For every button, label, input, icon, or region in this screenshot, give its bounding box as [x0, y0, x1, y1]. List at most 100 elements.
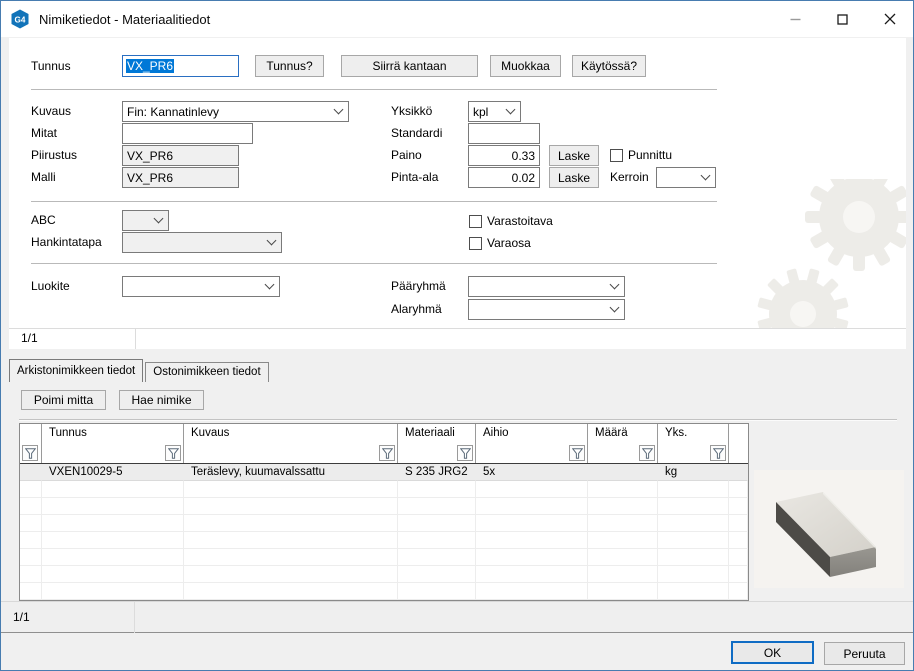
titlebar[interactable]: G4 Nimiketiedot - Materiaalitiedot	[1, 1, 913, 37]
table-cell[interactable]	[184, 549, 398, 566]
table-cell[interactable]	[398, 583, 476, 600]
table-row[interactable]	[20, 498, 748, 515]
table-cell[interactable]	[476, 481, 588, 498]
muokkaa-button[interactable]: Muokkaa	[490, 55, 561, 77]
table-cell[interactable]	[20, 583, 42, 600]
table-cell[interactable]	[42, 498, 184, 515]
table-cell[interactable]	[20, 549, 42, 566]
table-cell[interactable]	[588, 549, 658, 566]
kaytossa-query-button[interactable]: Käytössä?	[572, 55, 646, 77]
table-cell[interactable]	[588, 515, 658, 532]
table-cell[interactable]: 5x	[476, 464, 588, 481]
table-cell[interactable]	[729, 549, 748, 566]
hankintatapa-combobox[interactable]	[122, 232, 282, 253]
table-cell[interactable]	[729, 515, 748, 532]
tab-arkistonimikkeen-tiedot[interactable]: Arkistonimikkeen tiedot	[9, 359, 143, 382]
table-row[interactable]	[20, 481, 748, 498]
table-cell[interactable]	[42, 583, 184, 600]
table-cell[interactable]	[20, 498, 42, 515]
table-cell[interactable]	[20, 464, 42, 481]
table-cell[interactable]	[729, 566, 748, 583]
table-row[interactable]	[20, 583, 748, 600]
filter-button[interactable]	[710, 445, 726, 461]
table-row[interactable]	[20, 515, 748, 532]
table-cell[interactable]	[658, 481, 729, 498]
table-cell[interactable]	[20, 515, 42, 532]
table-row[interactable]	[20, 532, 748, 549]
table-cell[interactable]	[658, 498, 729, 515]
table-cell[interactable]	[658, 515, 729, 532]
column-header-yks[interactable]: Yks.	[658, 424, 729, 463]
table-cell[interactable]	[184, 515, 398, 532]
paino-input[interactable]	[468, 145, 540, 166]
table-cell[interactable]	[729, 532, 748, 549]
table-cell[interactable]	[42, 481, 184, 498]
table-cell[interactable]	[42, 549, 184, 566]
table-cell[interactable]	[588, 498, 658, 515]
filter-button[interactable]	[22, 445, 38, 461]
piirustus-input[interactable]	[122, 145, 239, 166]
yksikko-combobox[interactable]: kpl	[468, 101, 521, 122]
table-cell[interactable]	[658, 532, 729, 549]
filter-button[interactable]	[639, 445, 655, 461]
hae-nimike-button[interactable]: Hae nimike	[119, 390, 204, 410]
table-cell[interactable]	[184, 532, 398, 549]
table-cell[interactable]	[184, 481, 398, 498]
tunnus-input[interactable]: VX_PR6	[122, 55, 239, 77]
table-cell[interactable]	[42, 566, 184, 583]
filter-button[interactable]	[379, 445, 395, 461]
poimi-mitta-button[interactable]: Poimi mitta	[21, 390, 106, 410]
table-row-selected[interactable]: VXEN10029-5Teräslevy, kuumavalssattuS 23…	[20, 464, 748, 481]
kerroin-combobox[interactable]	[656, 167, 716, 188]
table-cell[interactable]	[476, 532, 588, 549]
table-cell[interactable]	[476, 515, 588, 532]
pinta-ala-input[interactable]	[468, 167, 540, 188]
table-cell[interactable]	[588, 481, 658, 498]
table-cell[interactable]	[398, 515, 476, 532]
luokite-combobox[interactable]	[122, 276, 280, 297]
minimize-button[interactable]	[772, 1, 819, 37]
table-row[interactable]	[20, 566, 748, 583]
table-cell[interactable]	[398, 498, 476, 515]
table-cell[interactable]	[398, 549, 476, 566]
table-cell[interactable]	[658, 566, 729, 583]
table-cell[interactable]	[588, 583, 658, 600]
table-cell[interactable]	[398, 481, 476, 498]
column-header-aihio[interactable]: Aihio	[476, 424, 588, 463]
table-cell[interactable]	[476, 583, 588, 600]
table-cell[interactable]: VXEN10029-5	[42, 464, 184, 481]
malli-input[interactable]	[122, 167, 239, 188]
table-cell[interactable]	[398, 566, 476, 583]
table-cell[interactable]	[729, 583, 748, 600]
table-cell[interactable]	[20, 566, 42, 583]
filter-button[interactable]	[165, 445, 181, 461]
tab-ostonimikkeen-tiedot[interactable]: Ostonimikkeen tiedot	[145, 362, 268, 382]
kuvaus-combobox[interactable]: Fin: Kannatinlevy	[122, 101, 349, 122]
abc-combobox[interactable]	[122, 210, 169, 231]
column-header-maara[interactable]: Määrä	[588, 424, 658, 463]
table-cell[interactable]	[42, 515, 184, 532]
table-cell[interactable]	[729, 464, 748, 481]
table-cell[interactable]	[42, 532, 184, 549]
laske-pinta-ala-button[interactable]: Laske	[549, 167, 599, 188]
table-cell[interactable]	[588, 464, 658, 481]
standardi-input[interactable]	[468, 123, 540, 144]
varastoitava-checkbox[interactable]: Varastoitava	[469, 212, 553, 230]
column-header-tunnus[interactable]: Tunnus	[42, 424, 184, 463]
table-cell[interactable]	[588, 532, 658, 549]
table-cell[interactable]: Teräslevy, kuumavalssattu	[184, 464, 398, 481]
table-cell[interactable]	[184, 498, 398, 515]
peruuta-button[interactable]: Peruuta	[824, 642, 905, 665]
column-header-kuvaus[interactable]: Kuvaus	[184, 424, 398, 463]
filter-button[interactable]	[569, 445, 585, 461]
paaryhma-combobox[interactable]	[468, 276, 625, 297]
table-cell[interactable]: kg	[658, 464, 729, 481]
laske-paino-button[interactable]: Laske	[549, 145, 599, 166]
table-cell[interactable]	[398, 532, 476, 549]
column-header-materiaali[interactable]: Materiaali	[398, 424, 476, 463]
table-row[interactable]	[20, 549, 748, 566]
close-button[interactable]	[866, 1, 913, 37]
table-cell[interactable]	[476, 549, 588, 566]
table-cell[interactable]: S 235 JRG2	[398, 464, 476, 481]
table-cell[interactable]	[588, 566, 658, 583]
